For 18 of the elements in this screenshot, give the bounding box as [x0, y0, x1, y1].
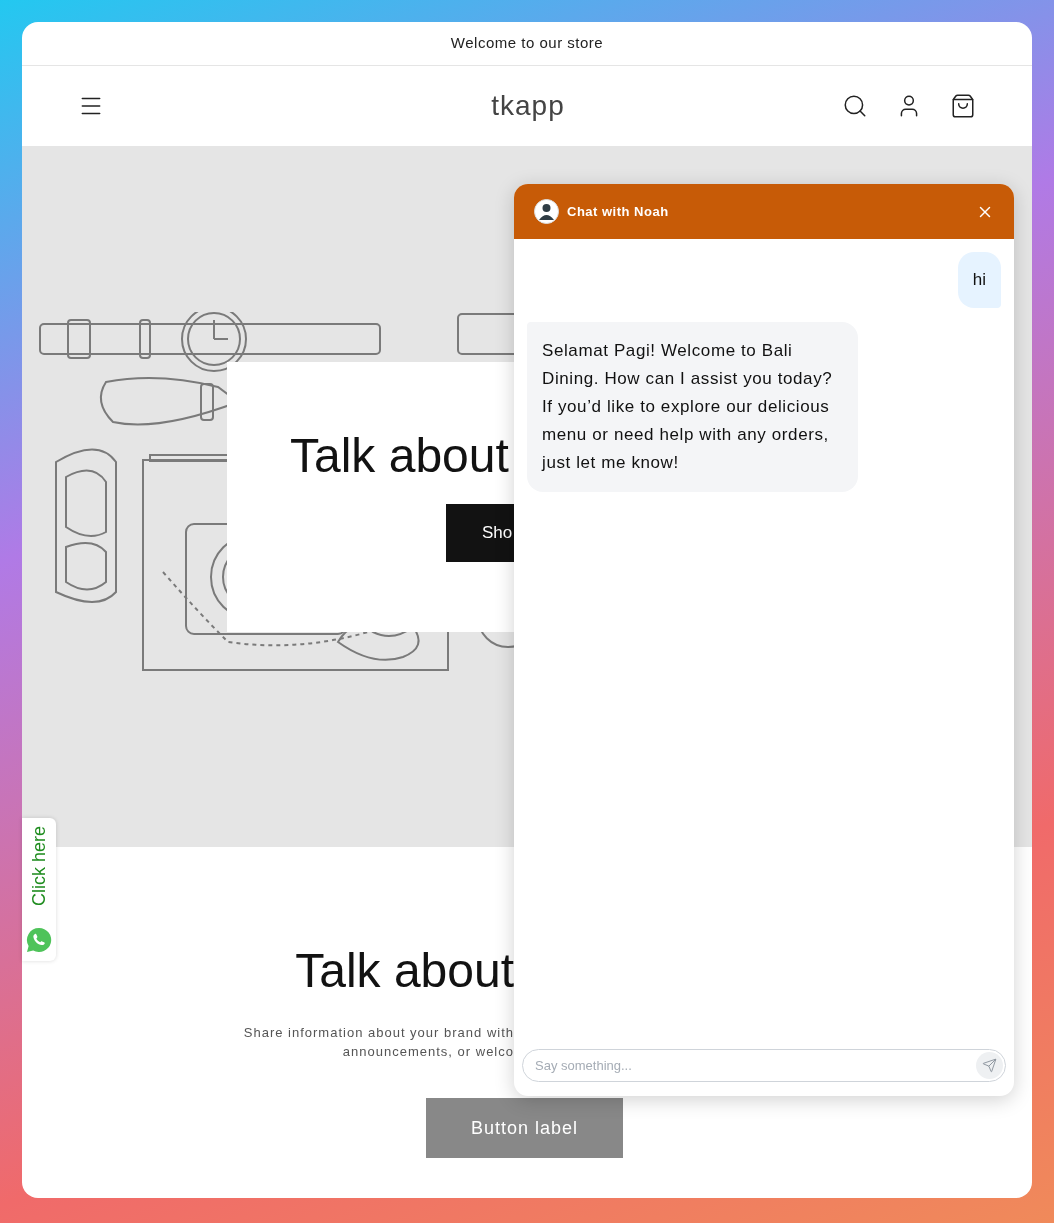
search-icon[interactable] — [842, 93, 868, 119]
hero-heading: Talk about — [290, 428, 510, 484]
section-text: Share information about your brand with — [243, 1024, 514, 1042]
button-label-button[interactable]: Button label — [426, 1098, 623, 1158]
chat-title: Chat with Noah — [567, 202, 669, 221]
section-text: announcements, or welco — [342, 1043, 514, 1061]
avatar-icon — [534, 199, 559, 224]
section-heading: Talk about — [295, 943, 514, 999]
message-field[interactable]: Say something... — [535, 1055, 976, 1076]
user-message: hi — [957, 252, 1001, 308]
click-here-text[interactable]: Click here — [25, 826, 53, 907]
bag-icon[interactable] — [950, 93, 976, 119]
bot-message: Selamat Pagi! Welcome to Bali Dining. How can I assist you today? If you’d like to explore our delicious menu or need help with any orders, just let me know! — [527, 322, 858, 492]
shop-button[interactable]: Sho — [446, 504, 514, 562]
send-button[interactable] — [976, 1052, 1003, 1079]
store-logo[interactable]: tkapp — [491, 85, 565, 127]
announcement-text: Welcome to our store — [450, 33, 604, 54]
whatsapp-tab[interactable]: Click here — [22, 818, 56, 961]
